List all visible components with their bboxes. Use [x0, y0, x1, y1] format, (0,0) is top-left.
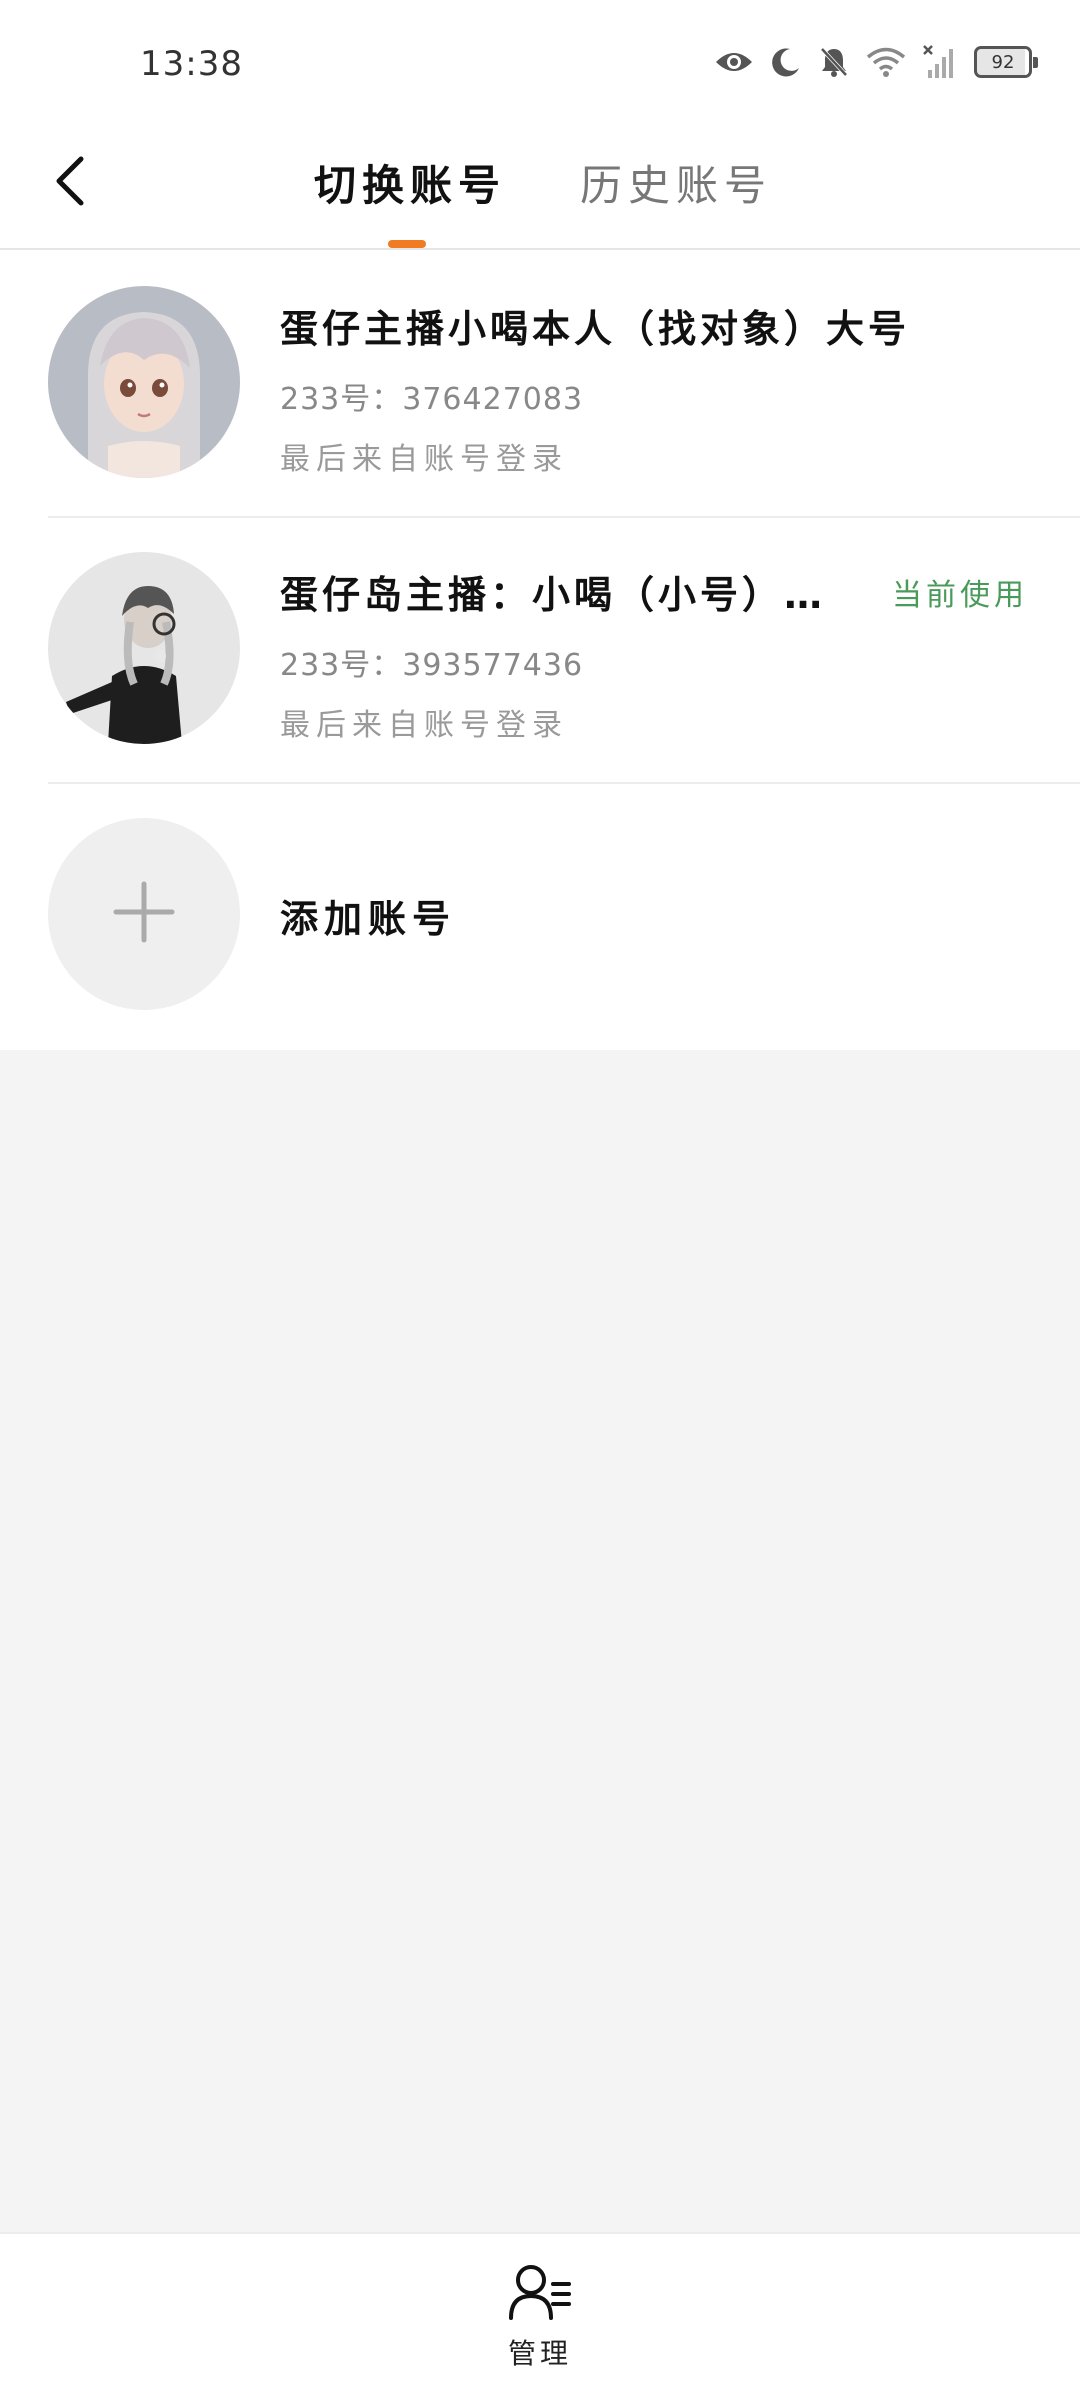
account-item[interactable]: 蛋仔主播小喝本人（找对象）大号 233号：376427083 最后来自账号登录 — [0, 250, 1080, 516]
last-login-info: 最后来自账号登录 — [280, 442, 568, 477]
moon-icon — [770, 46, 802, 78]
avatar — [48, 552, 240, 744]
add-account-button[interactable]: 添加账号 — [0, 782, 1080, 1050]
bottom-bar: 管理 — [0, 2232, 1080, 2400]
add-account-circle — [48, 818, 240, 1010]
status-time: 13:38 — [140, 44, 243, 84]
user-list-icon — [507, 2262, 573, 2326]
status-bar: 13:38 92 — [0, 0, 1080, 124]
current-account-badge: 当前使用 — [892, 578, 1028, 613]
wifi-icon — [866, 46, 906, 78]
account-name: 蛋仔岛主播：小喝（小号）… — [280, 573, 827, 617]
battery-icon: 92 — [974, 46, 1038, 78]
manage-button[interactable]: 管理 — [490, 2262, 590, 2382]
tab-history-account[interactable]: 历史账号 — [580, 152, 772, 213]
tab-switch-account[interactable]: 切换账号 — [314, 152, 506, 213]
back-button[interactable] — [40, 148, 100, 218]
add-account-label: 添加账号 — [280, 897, 457, 941]
avatar — [48, 286, 240, 478]
account-list: 蛋仔主播小喝本人（找对象）大号 233号：376427083 最后来自账号登录 … — [0, 250, 1080, 1050]
eye-icon — [714, 48, 754, 76]
bell-muted-icon — [818, 45, 850, 79]
signal-off-icon — [922, 44, 958, 80]
manage-label: 管理 — [507, 2337, 572, 2370]
chevron-left-icon — [53, 153, 87, 213]
account-name: 蛋仔主播小喝本人（找对象）大号 — [280, 307, 911, 351]
account-id: 233号：393577436 — [280, 648, 584, 683]
header: 切换账号 历史账号 — [0, 124, 1080, 250]
account-item[interactable]: 蛋仔岛主播：小喝（小号）… 当前使用 233号：393577436 最后来自账号… — [0, 516, 1080, 782]
active-tab-indicator — [388, 240, 426, 248]
last-login-info: 最后来自账号登录 — [280, 708, 568, 743]
status-icons: 92 — [714, 40, 1038, 84]
account-id: 233号：376427083 — [280, 382, 584, 417]
plus-icon — [112, 880, 176, 948]
